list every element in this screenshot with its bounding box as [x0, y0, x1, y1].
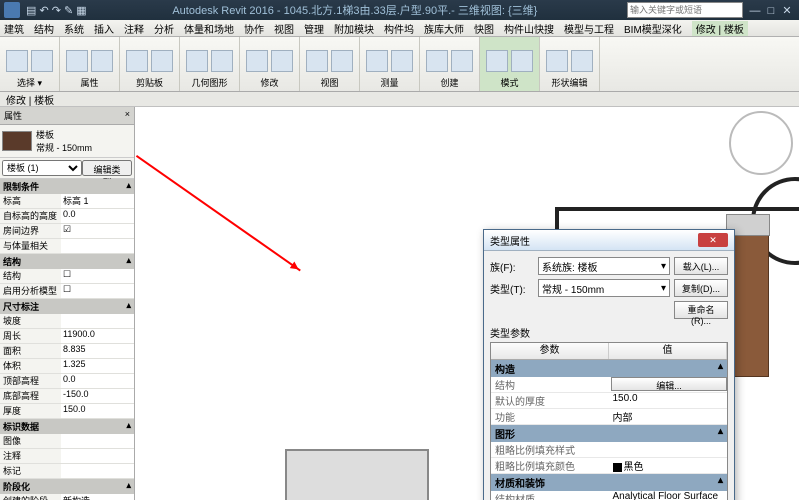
ribbon-group[interactable]: 剪贴板: [120, 37, 180, 91]
ribbon-group[interactable]: 几何图形: [180, 37, 240, 91]
properties-palette: 属性× 楼板常规 - 150mm 楼板 (1) 编辑类型 限制条件▴标高标高 1…: [0, 107, 135, 500]
menu-tab[interactable]: 构件山快搜: [504, 21, 554, 36]
props-row[interactable]: 图像: [0, 434, 134, 449]
ribbon-toolbar[interactable]: 选择 ▾属性剪贴板几何图形修改视图测量创建模式形状编辑: [0, 37, 799, 92]
ribbon-group[interactable]: 测量: [360, 37, 420, 91]
dialog-titlebar[interactable]: 类型属性 ✕: [484, 230, 734, 251]
type-select[interactable]: 常规 - 150mm▾: [538, 279, 670, 297]
menu-tab[interactable]: 修改 | 楼板: [692, 21, 748, 36]
view-cube[interactable]: [729, 111, 793, 175]
menu-tab[interactable]: 快图: [474, 21, 494, 36]
context-bar: 修改 | 楼板: [0, 92, 799, 107]
drawing-canvas[interactable]: 类型属性 ✕ 族(F): 系统族: 楼板▾ 载入(L)... 类型(T): 常规…: [135, 107, 799, 500]
props-row[interactable]: 房间边界☑: [0, 224, 134, 239]
menu-tab[interactable]: 协作: [244, 21, 264, 36]
type-selector[interactable]: 楼板常规 - 150mm: [0, 125, 134, 158]
props-row[interactable]: 结构☐: [0, 269, 134, 284]
help-search-input[interactable]: [627, 2, 743, 18]
props-row[interactable]: 坡度: [0, 314, 134, 329]
menu-tab[interactable]: 构件坞: [384, 21, 414, 36]
menu-tab[interactable]: 视图: [274, 21, 294, 36]
menu-tab[interactable]: 管理: [304, 21, 324, 36]
main-area: 属性× 楼板常规 - 150mm 楼板 (1) 编辑类型 限制条件▴标高标高 1…: [0, 107, 799, 500]
type-params-grid[interactable]: 参数值 构造▴结构编辑...默认的厚度150.0功能内部图形▴粗略比例填充样式粗…: [490, 342, 728, 500]
param-category[interactable]: 构造▴: [491, 360, 727, 377]
duplicate-button[interactable]: 复制(D)...: [674, 279, 728, 297]
edit-struct-button[interactable]: 编辑...: [611, 377, 727, 391]
ribbon-group[interactable]: 视图: [300, 37, 360, 91]
close-icon[interactable]: ×: [125, 109, 130, 122]
menu-tab[interactable]: 注释: [124, 21, 144, 36]
menu-bar[interactable]: 建筑结构系统插入注释分析体量和场地协作视图管理附加模块构件坞族库大师快图构件山快…: [0, 20, 799, 37]
app-logo: [4, 2, 20, 18]
menu-tab[interactable]: 附加模块: [334, 21, 374, 36]
ribbon-group[interactable]: 属性: [60, 37, 120, 91]
menu-tab[interactable]: BIM模型深化: [624, 21, 682, 36]
props-category[interactable]: 标识数据▴: [0, 419, 134, 434]
title-bar: ▤ ↶ ↷ ✎ ▦ Autodesk Revit 2016 - 1045.北方.…: [0, 0, 799, 20]
props-header: 属性×: [0, 107, 134, 125]
qat-icons[interactable]: ▤ ↶ ↷ ✎ ▦: [26, 4, 87, 17]
props-row[interactable]: 顶部高程0.0: [0, 374, 134, 389]
menu-tab[interactable]: 分析: [154, 21, 174, 36]
menu-tab[interactable]: 族库大师: [424, 21, 464, 36]
rename-button[interactable]: 重命名(R)...: [674, 301, 728, 319]
menu-tab[interactable]: 系统: [64, 21, 84, 36]
param-category[interactable]: 图形▴: [491, 425, 727, 442]
family-select[interactable]: 系统族: 楼板▾: [538, 257, 670, 275]
type-swatch: [2, 131, 32, 151]
props-row[interactable]: 标高标高 1: [0, 194, 134, 209]
param-row[interactable]: 功能内部: [491, 409, 727, 425]
menu-tab[interactable]: 结构: [34, 21, 54, 36]
props-body: 限制条件▴标高标高 1自标高的高度偏移0.0房间边界☑与体量相关结构▴结构☐启用…: [0, 179, 134, 500]
menu-tab[interactable]: 建筑: [4, 21, 24, 36]
param-row[interactable]: 结构材质Analytical Floor Surface: [491, 491, 727, 500]
edit-type-button[interactable]: 编辑类型: [82, 160, 132, 176]
param-row[interactable]: 默认的厚度150.0: [491, 393, 727, 409]
window-buttons[interactable]: —□✕: [747, 4, 795, 17]
props-row[interactable]: 标记: [0, 464, 134, 479]
param-row[interactable]: 粗略比例填充颜色黑色: [491, 458, 727, 474]
ribbon-group[interactable]: 创建: [420, 37, 480, 91]
props-category[interactable]: 阶段化▴: [0, 479, 134, 494]
props-category[interactable]: 结构▴: [0, 254, 134, 269]
props-row[interactable]: 创建的阶段新构造: [0, 494, 134, 500]
props-category[interactable]: 尺寸标注▴: [0, 299, 134, 314]
props-row[interactable]: 底部高程-150.0: [0, 389, 134, 404]
props-row[interactable]: 启用分析模型☐: [0, 284, 134, 299]
props-category[interactable]: 限制条件▴: [0, 179, 134, 194]
props-row[interactable]: 注释: [0, 449, 134, 464]
props-row[interactable]: 面积8.835: [0, 344, 134, 359]
ribbon-group[interactable]: 选择 ▾: [0, 37, 60, 91]
props-row[interactable]: 厚度150.0: [0, 404, 134, 419]
param-row[interactable]: 粗略比例填充样式: [491, 442, 727, 458]
load-button[interactable]: 载入(L)...: [674, 257, 728, 275]
ribbon-group[interactable]: 模式: [480, 37, 540, 91]
param-category[interactable]: 材质和装饰▴: [491, 474, 727, 491]
props-row[interactable]: 体积1.325: [0, 359, 134, 374]
window-title: Autodesk Revit 2016 - 1045.北方.1梯3由.33层.户…: [87, 2, 623, 18]
props-row[interactable]: 与体量相关: [0, 239, 134, 254]
type-properties-dialog: 类型属性 ✕ 族(F): 系统族: 楼板▾ 载入(L)... 类型(T): 常规…: [483, 229, 735, 500]
props-row[interactable]: 自标高的高度偏移0.0: [0, 209, 134, 224]
menu-tab[interactable]: 插入: [94, 21, 114, 36]
menu-tab[interactable]: 模型与工程: [564, 21, 614, 36]
menu-tab[interactable]: 体量和场地: [184, 21, 234, 36]
ribbon-group[interactable]: 修改: [240, 37, 300, 91]
instance-select[interactable]: 楼板 (1): [2, 160, 82, 176]
props-row[interactable]: 周长11900.0: [0, 329, 134, 344]
ribbon-group[interactable]: 形状编辑: [540, 37, 600, 91]
dialog-close-button[interactable]: ✕: [698, 233, 728, 247]
param-row[interactable]: 结构编辑...: [491, 377, 727, 393]
